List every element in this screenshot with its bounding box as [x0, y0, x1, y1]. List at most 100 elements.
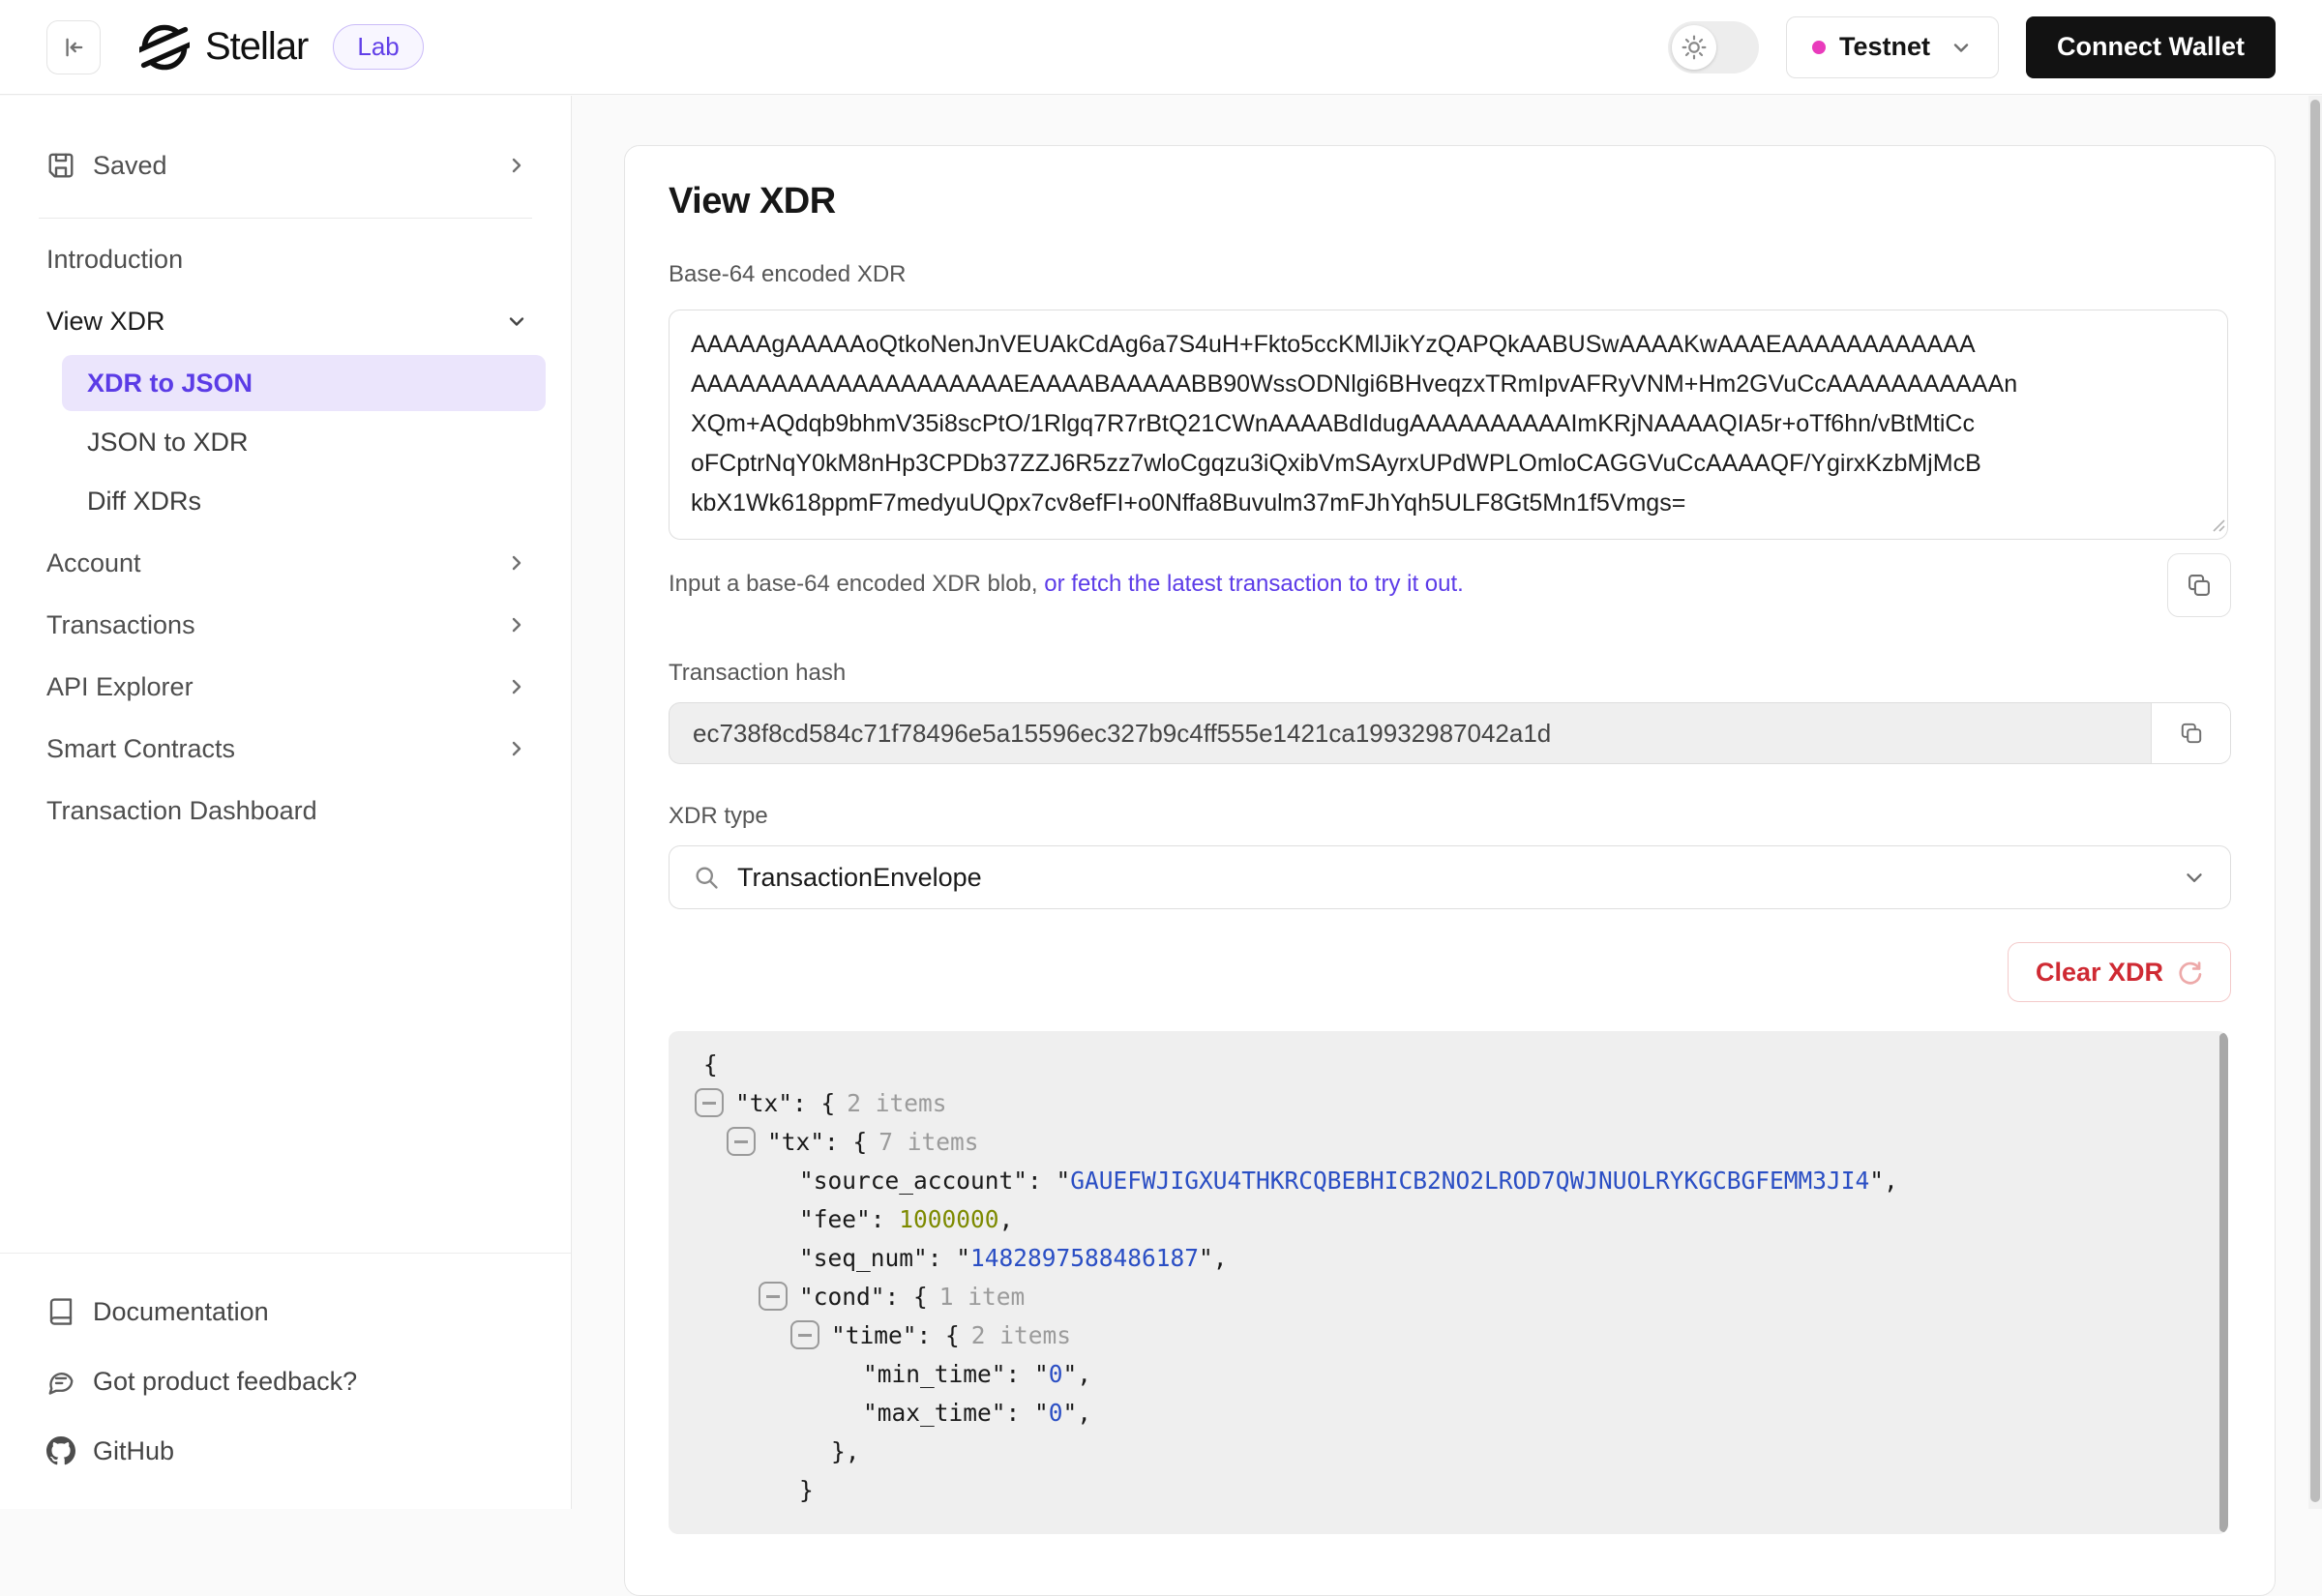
json-punctuation: } [799, 1476, 814, 1504]
sidebar-item-json-to-xdr[interactable]: JSON to XDR [62, 414, 546, 470]
collapse-toggle[interactable] [790, 1320, 819, 1349]
fetch-latest-transaction-link[interactable]: or fetch the latest transaction to try i… [1044, 571, 1464, 597]
json-number-value: 1000000 [899, 1205, 998, 1233]
connect-wallet-button[interactable]: Connect Wallet [2026, 16, 2276, 78]
sidebar-footer: Documentation Got product feedback? GitHub [0, 1253, 571, 1509]
json-key: "max_time" [863, 1399, 1006, 1427]
copy-xdr-button[interactable] [2167, 553, 2231, 617]
json-code: {"tx": {2 items"tx": {7 items"source_acc… [669, 1045, 2228, 1509]
collapse-toggle[interactable] [695, 1088, 724, 1117]
json-key: "min_time" [863, 1360, 1006, 1388]
save-icon [46, 151, 75, 180]
sidebar-item-label: Diff XDRs [87, 487, 201, 517]
sidebar-item-introduction[interactable]: Introduction [0, 228, 571, 290]
json-punctuation: { [703, 1050, 718, 1079]
resize-handle-icon[interactable] [2210, 517, 2225, 532]
page-scrollbar[interactable] [2308, 96, 2322, 1509]
sidebar-item-label: JSON to XDR [87, 428, 249, 458]
sidebar-item-smart-contracts[interactable]: Smart Contracts [0, 718, 571, 780]
json-line: "source_account": "GAUEFWJIGXU4THKRCQBEB… [669, 1161, 2228, 1199]
sidebar-divider [39, 218, 532, 219]
theme-toggle[interactable] [1668, 21, 1759, 74]
view-xdr-card: View XDR Base-64 encoded XDR Input a bas… [624, 145, 2276, 1596]
chevron-down-icon [2182, 865, 2207, 890]
network-select[interactable]: Testnet [1786, 16, 1999, 78]
json-items-count: 1 item [939, 1283, 1026, 1311]
network-status-dot [1812, 41, 1826, 54]
brand[interactable]: Stellar Lab [139, 22, 424, 73]
json-line: "tx": {2 items [669, 1083, 2228, 1122]
page-title: View XDR [669, 181, 2231, 222]
sidebar-item-label: Transaction Dashboard [46, 796, 317, 826]
xdr-type-select[interactable]: TransactionEnvelope [669, 845, 2231, 909]
json-viewer: {"tx": {2 items"tx": {7 items"source_acc… [669, 1031, 2228, 1534]
sidebar-item-saved[interactable]: Saved [0, 134, 571, 196]
sidebar-item-transactions[interactable]: Transactions [0, 594, 571, 656]
json-punctuation: }, [831, 1437, 860, 1465]
refresh-icon [2177, 960, 2203, 986]
json-punctuation: : { [917, 1321, 960, 1349]
chevron-right-icon [505, 675, 528, 698]
json-string-value: 0 [1049, 1399, 1063, 1427]
json-punctuation: : " [928, 1244, 970, 1272]
sidebar-item-xdr-to-json[interactable]: XDR to JSON [62, 355, 546, 411]
transaction-hash-value[interactable] [670, 703, 2151, 763]
type-field-label: XDR type [669, 803, 2231, 830]
sidebar-link-label: Documentation [93, 1297, 269, 1327]
sidebar-item-label: XDR to JSON [87, 369, 253, 399]
json-string-value: 0 [1049, 1360, 1063, 1388]
sidebar-item-diff-xdrs[interactable]: Diff XDRs [62, 473, 546, 529]
sidebar-link-github[interactable]: GitHub [46, 1416, 524, 1486]
sidebar-item-account[interactable]: Account [0, 532, 571, 594]
sidebar-item-api-explorer[interactable]: API Explorer [0, 656, 571, 718]
json-key: "source_account" [799, 1167, 1027, 1195]
chevron-down-icon [1950, 36, 1973, 59]
json-line: }, [669, 1432, 2228, 1470]
sidebar-item-label: Transactions [46, 610, 195, 640]
sidebar-link-got-product-feedback[interactable]: Got product feedback? [46, 1346, 524, 1416]
json-punctuation: : { [885, 1283, 928, 1311]
json-scrollbar[interactable] [2219, 1033, 2228, 1532]
app-header: Stellar Lab Testnet [0, 0, 2322, 95]
json-punctuation: ", [1869, 1167, 1898, 1195]
collapse-sidebar-button[interactable] [46, 20, 101, 74]
clear-xdr-button[interactable]: Clear XDR [2008, 942, 2231, 1002]
collapse-toggle[interactable] [759, 1282, 788, 1311]
sidebar-item-label: View XDR [46, 307, 165, 337]
json-punctuation: : [871, 1205, 900, 1233]
json-punctuation: : " [1006, 1399, 1049, 1427]
copy-hash-button[interactable] [2151, 703, 2230, 763]
json-punctuation: , [999, 1205, 1014, 1233]
json-key: "cond" [799, 1283, 885, 1311]
sidebar-item-label: API Explorer [46, 672, 194, 702]
xdr-helper-text: Input a base-64 encoded XDR blob, or fet… [669, 553, 1464, 598]
json-key: "time" [831, 1321, 917, 1349]
chevron-down-icon [505, 310, 528, 333]
clear-xdr-label: Clear XDR [2036, 958, 2163, 988]
copy-icon [2186, 572, 2213, 599]
json-key: "fee" [799, 1205, 871, 1233]
json-punctuation: ", [1063, 1360, 1092, 1388]
chevron-right-icon [505, 737, 528, 760]
json-line: "tx": {7 items [669, 1122, 2228, 1161]
json-line: "min_time": "0", [669, 1354, 2228, 1393]
collapse-toggle[interactable] [727, 1127, 756, 1156]
json-line: "time": {2 items [669, 1315, 2228, 1354]
xdr-type-value: TransactionEnvelope [737, 863, 982, 893]
sidebar-nav: Introduction View XDR XDR to JSON JSON to X… [0, 228, 571, 842]
json-string-value: GAUEFWJIGXU4THKRCQBEBHICB2NO2LROD7QWJNUO… [1070, 1167, 1869, 1195]
json-line: } [669, 1470, 2228, 1509]
chevron-right-icon [505, 154, 528, 177]
stellar-logo-icon [139, 22, 190, 73]
page-scrollbar-thumb[interactable] [2310, 100, 2320, 1502]
xdr-textarea[interactable] [669, 310, 2228, 540]
sidebar-item-view-xdr[interactable]: View XDR [0, 290, 571, 352]
sidebar-item-transaction-dashboard[interactable]: Transaction Dashboard [0, 780, 571, 842]
json-punctuation: ", [1063, 1399, 1092, 1427]
json-punctuation: ", [1199, 1244, 1228, 1272]
json-items-count: 7 items [878, 1128, 978, 1156]
json-items-count: 2 items [847, 1089, 946, 1117]
sidebar-link-label: GitHub [93, 1436, 174, 1466]
sidebar-link-documentation[interactable]: Documentation [46, 1277, 524, 1346]
search-icon [693, 864, 720, 891]
